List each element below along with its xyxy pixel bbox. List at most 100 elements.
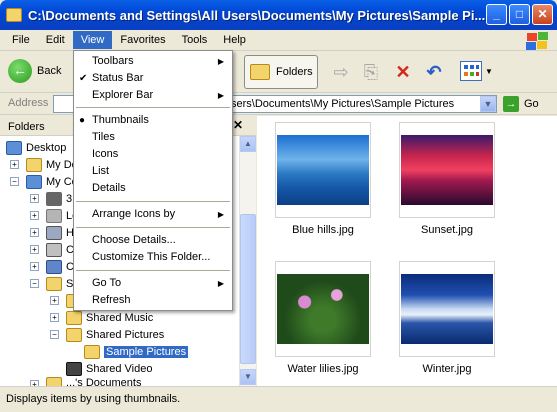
tree-item-shared-video[interactable]: Shared Video [66, 360, 152, 377]
menu-separator [76, 201, 230, 202]
menu-file[interactable]: File [4, 31, 38, 49]
scroll-thumb[interactable] [240, 214, 256, 364]
thumbnail-water-lilies[interactable]: Water lilies.jpg [275, 261, 371, 375]
thumbnail-label: Water lilies.jpg [287, 363, 359, 375]
views-dropdown-icon[interactable]: ▼ [485, 67, 493, 76]
scroll-down-icon[interactable]: ▼ [240, 369, 256, 385]
menu-item-label: Customize This Folder... [92, 251, 211, 263]
tree-item-sample-pictures[interactable]: Sample Pictures [84, 343, 189, 360]
collapse-icon[interactable]: − [50, 330, 59, 339]
tree-item-control-panel[interactable]: C [46, 258, 74, 275]
submenu-arrow-icon: ▶ [217, 210, 224, 219]
tree-item-shared-music[interactable]: Shared Music [66, 309, 153, 326]
tree-item-user-documents[interactable]: ...'s Documents [46, 377, 141, 386]
expand-icon[interactable]: + [30, 194, 39, 203]
address-label: Address [8, 97, 49, 109]
tree-item-my-computer[interactable]: My Co [26, 173, 78, 190]
menu-item-details[interactable]: Details [74, 180, 232, 197]
menu-item-icons[interactable]: Icons [74, 146, 232, 163]
copy-to-icon[interactable]: ⎘ [360, 61, 382, 83]
folders-pane-title: Folders [8, 121, 45, 133]
menu-item-refresh[interactable]: Refresh [74, 292, 232, 309]
tree-item-drive-h[interactable]: H [46, 224, 74, 241]
delete-icon[interactable]: ✕ [392, 61, 414, 83]
folders-scrollbar[interactable]: ▲ ▼ [239, 136, 256, 386]
thumbnail-winter[interactable]: Winter.jpg [399, 261, 495, 375]
menu-item-label: Thumbnails [92, 114, 149, 126]
menu-item-label: Refresh [92, 294, 131, 306]
status-text: Displays items by using thumbnails. [6, 393, 181, 405]
tree-item-floppy[interactable]: 3 [46, 190, 72, 207]
go-button[interactable]: → Go [503, 96, 539, 112]
drive-icon [46, 225, 62, 240]
menu-item-explorer-bar[interactable]: Explorer Bar ▶ [74, 87, 232, 104]
radio-bullet-icon: ● [79, 115, 86, 126]
views-icon[interactable] [460, 61, 482, 81]
maximize-button[interactable]: □ [509, 4, 530, 25]
menu-item-status-bar[interactable]: ✔ Status Bar [74, 70, 232, 87]
thumbnail-label: Sunset.jpg [421, 224, 473, 236]
expand-icon[interactable]: + [50, 296, 59, 305]
expand-icon[interactable]: + [30, 211, 39, 220]
collapse-icon[interactable]: − [10, 177, 19, 186]
menu-item-toolbars[interactable]: Toolbars ▶ [74, 53, 232, 70]
menu-item-customize-folder[interactable]: Customize This Folder... [74, 249, 232, 266]
menu-tools[interactable]: Tools [174, 31, 216, 49]
expand-icon[interactable]: + [10, 160, 19, 169]
address-dropdown-icon[interactable]: ▼ [480, 96, 496, 112]
collapse-icon[interactable]: − [30, 279, 39, 288]
submenu-arrow-icon: ▶ [217, 279, 224, 288]
expand-icon[interactable]: + [50, 313, 59, 322]
folder-open-icon [84, 344, 100, 359]
move-to-icon[interactable]: ⇨ [330, 61, 352, 83]
tree-item-my-documents[interactable]: My Do [26, 156, 78, 173]
folders-button[interactable]: Folders [244, 55, 318, 89]
expand-icon[interactable]: + [30, 228, 39, 237]
minimize-button[interactable]: _ [486, 4, 507, 25]
menu-help[interactable]: Help [215, 31, 254, 49]
menu-favorites[interactable]: Favorites [112, 31, 173, 49]
tree-item-shared-pictures[interactable]: Shared Pictures [66, 326, 164, 343]
close-button[interactable]: ✕ [532, 4, 553, 25]
expand-icon[interactable]: + [30, 245, 39, 254]
menu-item-list[interactable]: List [74, 163, 232, 180]
menu-item-tiles[interactable]: Tiles [74, 129, 232, 146]
tree-item-label: Desktop [26, 141, 67, 154]
tree-item-label: Sample Pictures [104, 345, 189, 358]
menu-item-go-to[interactable]: Go To ▶ [74, 275, 232, 292]
image-water-lilies [277, 274, 369, 344]
go-label: Go [524, 98, 539, 110]
folder-icon [26, 157, 42, 172]
folders-pane-close-icon[interactable]: ✕ [233, 118, 243, 132]
title-bar[interactable]: C:\Documents and Settings\All Users\Docu… [0, 0, 557, 30]
menu-item-label: Status Bar [92, 72, 144, 84]
image-sunset [401, 135, 493, 205]
menu-edit[interactable]: Edit [38, 31, 73, 49]
menu-item-label: List [92, 165, 110, 177]
menu-view[interactable]: View [72, 31, 113, 49]
menu-item-choose-details[interactable]: Choose Details... [74, 232, 232, 249]
thumbnail-frame [399, 261, 495, 357]
thumbnail-sunset[interactable]: Sunset.jpg [399, 122, 495, 236]
tree-item-label: Shared Music [86, 311, 154, 324]
control-panel-icon [46, 259, 62, 274]
undo-icon[interactable]: ↶ [423, 61, 445, 83]
menu-item-label: Choose Details... [92, 234, 176, 246]
tree-item-drive-c[interactable]: C [46, 241, 74, 258]
menu-item-arrange-icons-by[interactable]: Arrange Icons by ▶ [74, 206, 232, 223]
view-menu: Toolbars ▶ ✔ Status Bar Explorer Bar ▶ ●… [73, 50, 233, 311]
thumbnail-blue-hills[interactable]: Blue hills.jpg [275, 122, 371, 236]
menu-separator [76, 227, 230, 228]
tree-item-desktop[interactable]: Desktop [6, 139, 66, 156]
status-bar: Displays items by using thumbnails. [0, 386, 557, 412]
tree-item-shared-documents[interactable]: S [46, 275, 73, 292]
tree-item-label: Shared Video [86, 362, 153, 375]
image-winter [401, 274, 493, 344]
scroll-up-icon[interactable]: ▲ [240, 136, 256, 152]
back-button[interactable]: ← Back [8, 59, 61, 83]
expand-icon[interactable]: + [30, 262, 39, 271]
video-icon [66, 361, 82, 376]
menu-item-thumbnails[interactable]: ● Thumbnails [74, 112, 232, 129]
menu-item-label: Toolbars [92, 55, 134, 67]
folder-icon [6, 8, 22, 22]
